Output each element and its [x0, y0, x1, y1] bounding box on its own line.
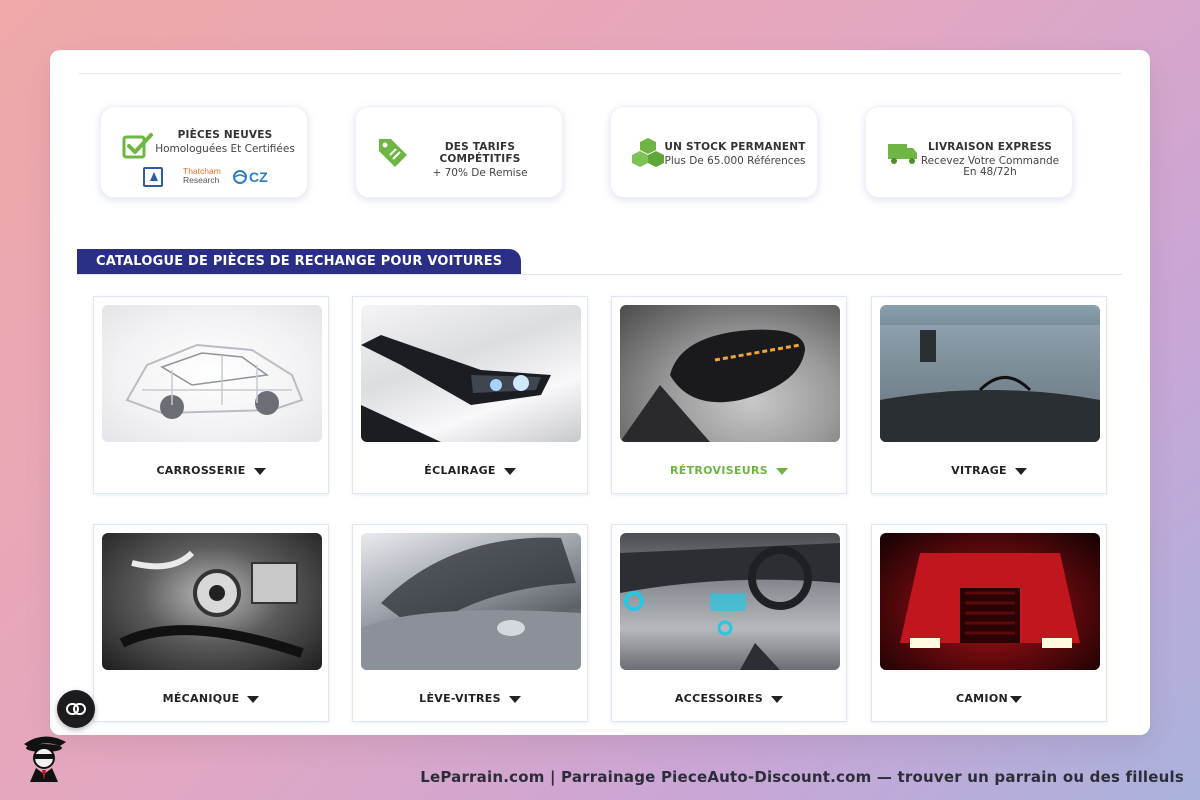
- feature-text: LIVRAISON EXPRESS Recevez Votre Commande…: [918, 141, 1062, 178]
- cz-globe-icon: [233, 170, 247, 184]
- tuv-logo: [143, 167, 163, 187]
- car-window-image: [361, 533, 581, 670]
- features-row: PIÈCES NEUVES Homologuées Et Certifiées …: [100, 106, 1080, 200]
- feature-permanent-stock: UN STOCK PERMANENT Plus De 65.000 Référe…: [610, 106, 818, 198]
- category-tile-carrosserie[interactable]: CARROSSERIE: [93, 296, 329, 494]
- category-tile-leve-vitres[interactable]: LÈVE-VITRES: [352, 524, 588, 722]
- thatcham-logo: Thatcham Research: [183, 166, 221, 185]
- catalog-heading-tab: CATALOGUE DE PIÈCES DE RECHANGE POUR VOI…: [77, 249, 522, 275]
- chevron-down-icon[interactable]: [247, 695, 260, 703]
- stacked-boxes-icon: [632, 138, 664, 167]
- feature-title: UN STOCK PERMANENT: [664, 141, 806, 153]
- category-label[interactable]: CARROSSERIE: [94, 464, 328, 477]
- category-label[interactable]: VITRAGE: [872, 464, 1106, 477]
- footer-caption: LeParrain.com | Parrainage PieceAuto-Dis…: [420, 768, 1184, 786]
- feature-text: UN STOCK PERMANENT Plus De 65.000 Référe…: [663, 141, 807, 167]
- chevron-down-icon[interactable]: [508, 695, 521, 703]
- chevron-down-icon[interactable]: [775, 467, 788, 475]
- price-tag-icon: [379, 139, 407, 167]
- feature-title: PIÈCES NEUVES: [177, 129, 273, 141]
- category-tile-retroviseurs[interactable]: RÉTROVISEURS: [611, 296, 847, 494]
- chevron-down-icon[interactable]: [503, 467, 516, 475]
- side-mirror-image: [620, 305, 840, 442]
- category-tile-mecanique[interactable]: MÉCANIQUE: [93, 524, 329, 722]
- feature-subtitle: Plus De 65.000 Références: [664, 155, 806, 167]
- certification-logos: Thatcham Research CZ: [143, 167, 273, 187]
- category-label[interactable]: ÉCLAIRAGE: [353, 464, 587, 477]
- feature-title: DES TARIFS COMPÉTITIFS: [439, 141, 521, 165]
- truck-image: [880, 533, 1100, 670]
- headlight-image: [361, 305, 581, 442]
- category-tile-camion[interactable]: CAMION: [871, 524, 1107, 722]
- feature-express-delivery: LIVRAISON EXPRESS Recevez Votre Commande…: [865, 106, 1073, 198]
- chevron-down-icon[interactable]: [1014, 467, 1027, 475]
- feature-title: LIVRAISON EXPRESS: [927, 141, 1053, 153]
- mascot-logo: [24, 736, 66, 782]
- category-label[interactable]: MÉCANIQUE: [94, 692, 328, 705]
- top-divider: [78, 73, 1122, 74]
- engine-image: [102, 533, 322, 670]
- windshield-image: [880, 305, 1100, 442]
- feature-subtitle: Recevez Votre Commande En 48/72h: [920, 155, 1060, 178]
- category-label[interactable]: CAMION: [872, 692, 1106, 705]
- cz-logo: CZ: [233, 169, 268, 185]
- main-card: PIÈCES NEUVES Homologuées Et Certifiées …: [50, 50, 1150, 735]
- link-icon: [66, 703, 86, 715]
- delivery-truck-icon: [888, 144, 917, 164]
- floating-link-button[interactable]: [57, 690, 95, 728]
- feature-competitive-prices: DES TARIFS COMPÉTITIFS + 70% De Remise: [355, 106, 563, 198]
- car-interior-image: [620, 533, 840, 670]
- feature-text: PIÈCES NEUVES Homologuées Et Certifiées: [153, 129, 297, 155]
- catalog-divider: [77, 274, 1122, 275]
- checkbox-check-icon: [122, 133, 153, 159]
- feature-text: DES TARIFS COMPÉTITIFS + 70% De Remise: [408, 141, 552, 179]
- car-body-image: [102, 305, 322, 442]
- category-label[interactable]: LÈVE-VITRES: [353, 692, 587, 705]
- category-label[interactable]: RÉTROVISEURS: [612, 464, 846, 477]
- category-tile-eclairage[interactable]: ÉCLAIRAGE: [352, 296, 588, 494]
- chevron-down-icon[interactable]: [1009, 695, 1022, 703]
- feature-subtitle: Homologuées Et Certifiées: [155, 143, 295, 155]
- category-label[interactable]: ACCESSOIRES: [612, 692, 846, 705]
- feature-new-parts: PIÈCES NEUVES Homologuées Et Certifiées …: [100, 106, 308, 198]
- category-tile-accessoires[interactable]: ACCESSOIRES: [611, 524, 847, 722]
- chevron-down-icon[interactable]: [771, 695, 784, 703]
- chevron-down-icon[interactable]: [253, 467, 266, 475]
- category-tile-vitrage[interactable]: VITRAGE: [871, 296, 1107, 494]
- feature-subtitle: + 70% De Remise: [432, 167, 528, 179]
- category-grid: CARROSSERIE ÉCLAIRAGE RÉTROVISEURS VITRA…: [93, 296, 1108, 726]
